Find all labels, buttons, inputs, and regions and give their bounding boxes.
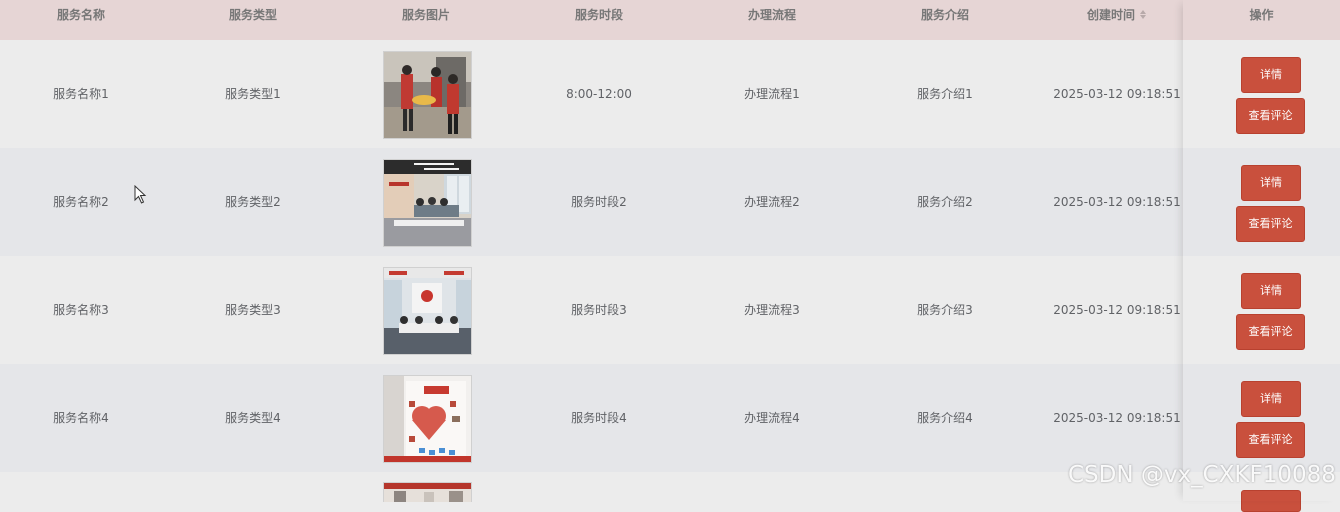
detail-button[interactable]: 详情 (1241, 165, 1301, 201)
table-row: 服务名称2 服务类型2 服务时段2 办理流程2 服务介绍2 2025-03-12… (0, 148, 1340, 257)
header-created-label: 创建时间 (1086, 8, 1135, 22)
cell-created-time: 2025-03-12 09:18:51 (1053, 87, 1181, 101)
cell-process: 办理流程1 (744, 87, 800, 101)
table-row: 服务名称4 服务类型4 服务时段4 办理流程4 服务介绍4 2025-03-12… (0, 364, 1340, 473)
view-reviews-button[interactable]: 查看评论 (1236, 98, 1305, 134)
cell-intro: 服务介绍4 (917, 411, 973, 425)
detail-button[interactable]: 详情 (1241, 57, 1301, 93)
service-image[interactable] (383, 159, 472, 247)
view-reviews-button[interactable]: 查看评论 (1236, 422, 1305, 458)
detail-button[interactable]: 详情 (1241, 381, 1301, 417)
cell-intro: 服务介绍2 (917, 195, 973, 209)
sort-caret-icon[interactable] (1139, 9, 1147, 20)
cell-service-name: 服务名称3 (53, 303, 109, 317)
cell-service-period: 服务时段2 (571, 195, 627, 209)
cell-service-type: 服务类型3 (225, 303, 281, 317)
header-created-sortable[interactable]: 创建时间 (1032, 0, 1202, 40)
detail-button[interactable]: 详情 (1241, 273, 1301, 309)
cell-created-time: 2025-03-12 09:18:51 (1053, 195, 1181, 209)
view-reviews-button[interactable]: 查看评论 (1236, 206, 1305, 242)
header-actions: 操作 (1249, 8, 1274, 22)
cell-service-type: 服务类型4 (225, 411, 281, 425)
cell-service-type: 服务类型2 (225, 195, 281, 209)
watermark-text: CSDN @vx_CXKF10088 (1068, 462, 1336, 488)
cell-service-period: 服务时段4 (571, 411, 627, 425)
service-image[interactable] (383, 482, 472, 502)
service-image[interactable] (383, 375, 472, 463)
detail-button[interactable] (1241, 490, 1301, 512)
cell-intro: 服务介绍3 (917, 303, 973, 317)
table-row: 服务名称1 服务类型1 8:00-12:00 办理流程1 服务介绍1 2025-… (0, 40, 1340, 149)
view-reviews-button[interactable]: 查看评论 (1236, 314, 1305, 350)
mouse-pointer-icon (134, 184, 148, 209)
cell-created-time: 2025-03-12 09:18:51 (1053, 411, 1181, 425)
header-process: 办理流程 (747, 8, 796, 22)
cell-process: 办理流程4 (744, 411, 800, 425)
cell-service-type: 服务类型1 (225, 87, 281, 101)
cell-process: 办理流程3 (744, 303, 800, 317)
cell-created-time: 2025-03-12 09:18:51 (1053, 303, 1181, 317)
cell-service-period: 8:00-12:00 (566, 87, 632, 101)
header-type: 服务类型 (228, 8, 277, 22)
cell-process: 办理流程2 (744, 195, 800, 209)
header-period: 服务时段 (574, 8, 623, 22)
header-intro: 服务介绍 (920, 8, 969, 22)
cell-service-period: 服务时段3 (571, 303, 627, 317)
table-row: 服务名称3 服务类型3 服务时段3 办理流程3 服务介绍3 2025-03-12… (0, 256, 1340, 365)
service-image[interactable] (383, 267, 472, 355)
header-image: 服务图片 (401, 8, 450, 22)
cell-service-name: 服务名称4 (53, 411, 109, 425)
table-header: 服务名称 服务类型 服务图片 服务时段 办理流程 服务介绍 创建时间 操作 (0, 0, 1340, 41)
cell-intro: 服务介绍1 (917, 87, 973, 101)
cell-service-name: 服务名称1 (53, 87, 109, 101)
service-image[interactable] (383, 51, 472, 139)
header-name: 服务名称 (56, 8, 105, 22)
